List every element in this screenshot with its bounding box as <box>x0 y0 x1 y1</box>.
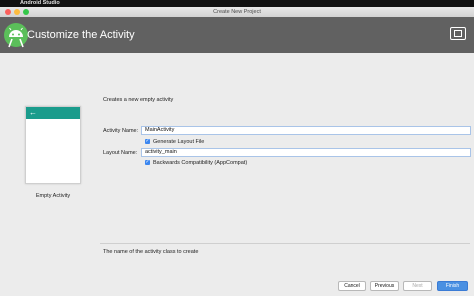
window-title: Create New Project <box>213 9 261 15</box>
activity-name-input[interactable]: MainActivity <box>141 126 471 135</box>
wizard-header: Customize the Activity <box>0 17 474 53</box>
zoom-window-button[interactable] <box>23 9 29 15</box>
app-menu-name[interactable]: Android Studio <box>20 0 60 7</box>
help-text: The name of the activity class to create <box>103 249 199 255</box>
generate-layout-label: Generate Layout File <box>153 139 205 145</box>
cancel-button[interactable]: Cancel <box>338 281 366 291</box>
device-preview-icon <box>450 27 466 40</box>
template-name-label: Empty Activity <box>35 193 71 199</box>
description-text: Creates a new empty activity <box>103 97 174 103</box>
next-button[interactable]: Next <box>403 281 432 291</box>
page-title: Customize the Activity <box>27 29 135 41</box>
close-window-button[interactable] <box>5 9 11 15</box>
previous-button[interactable]: Previous <box>370 281 399 291</box>
backwards-compat-checkbox[interactable]: ✓ <box>145 160 150 165</box>
preview-app-bar: ← <box>26 107 80 119</box>
finish-button[interactable]: Finish <box>437 281 468 291</box>
back-arrow-icon: ← <box>29 108 37 117</box>
backwards-compat-label: Backwards Compatibility (AppCompat) <box>153 160 248 166</box>
activity-name-label: Activity Name: <box>103 128 139 134</box>
minimize-window-button[interactable] <box>14 9 20 15</box>
activity-template-preview: ← <box>25 106 81 184</box>
layout-name-label: Layout Name: <box>103 150 138 156</box>
system-menubar: Android Studio <box>0 0 474 7</box>
layout-name-input[interactable]: activity_main <box>141 148 471 157</box>
divider <box>100 243 470 244</box>
generate-layout-checkbox[interactable]: ✓ <box>145 139 150 144</box>
